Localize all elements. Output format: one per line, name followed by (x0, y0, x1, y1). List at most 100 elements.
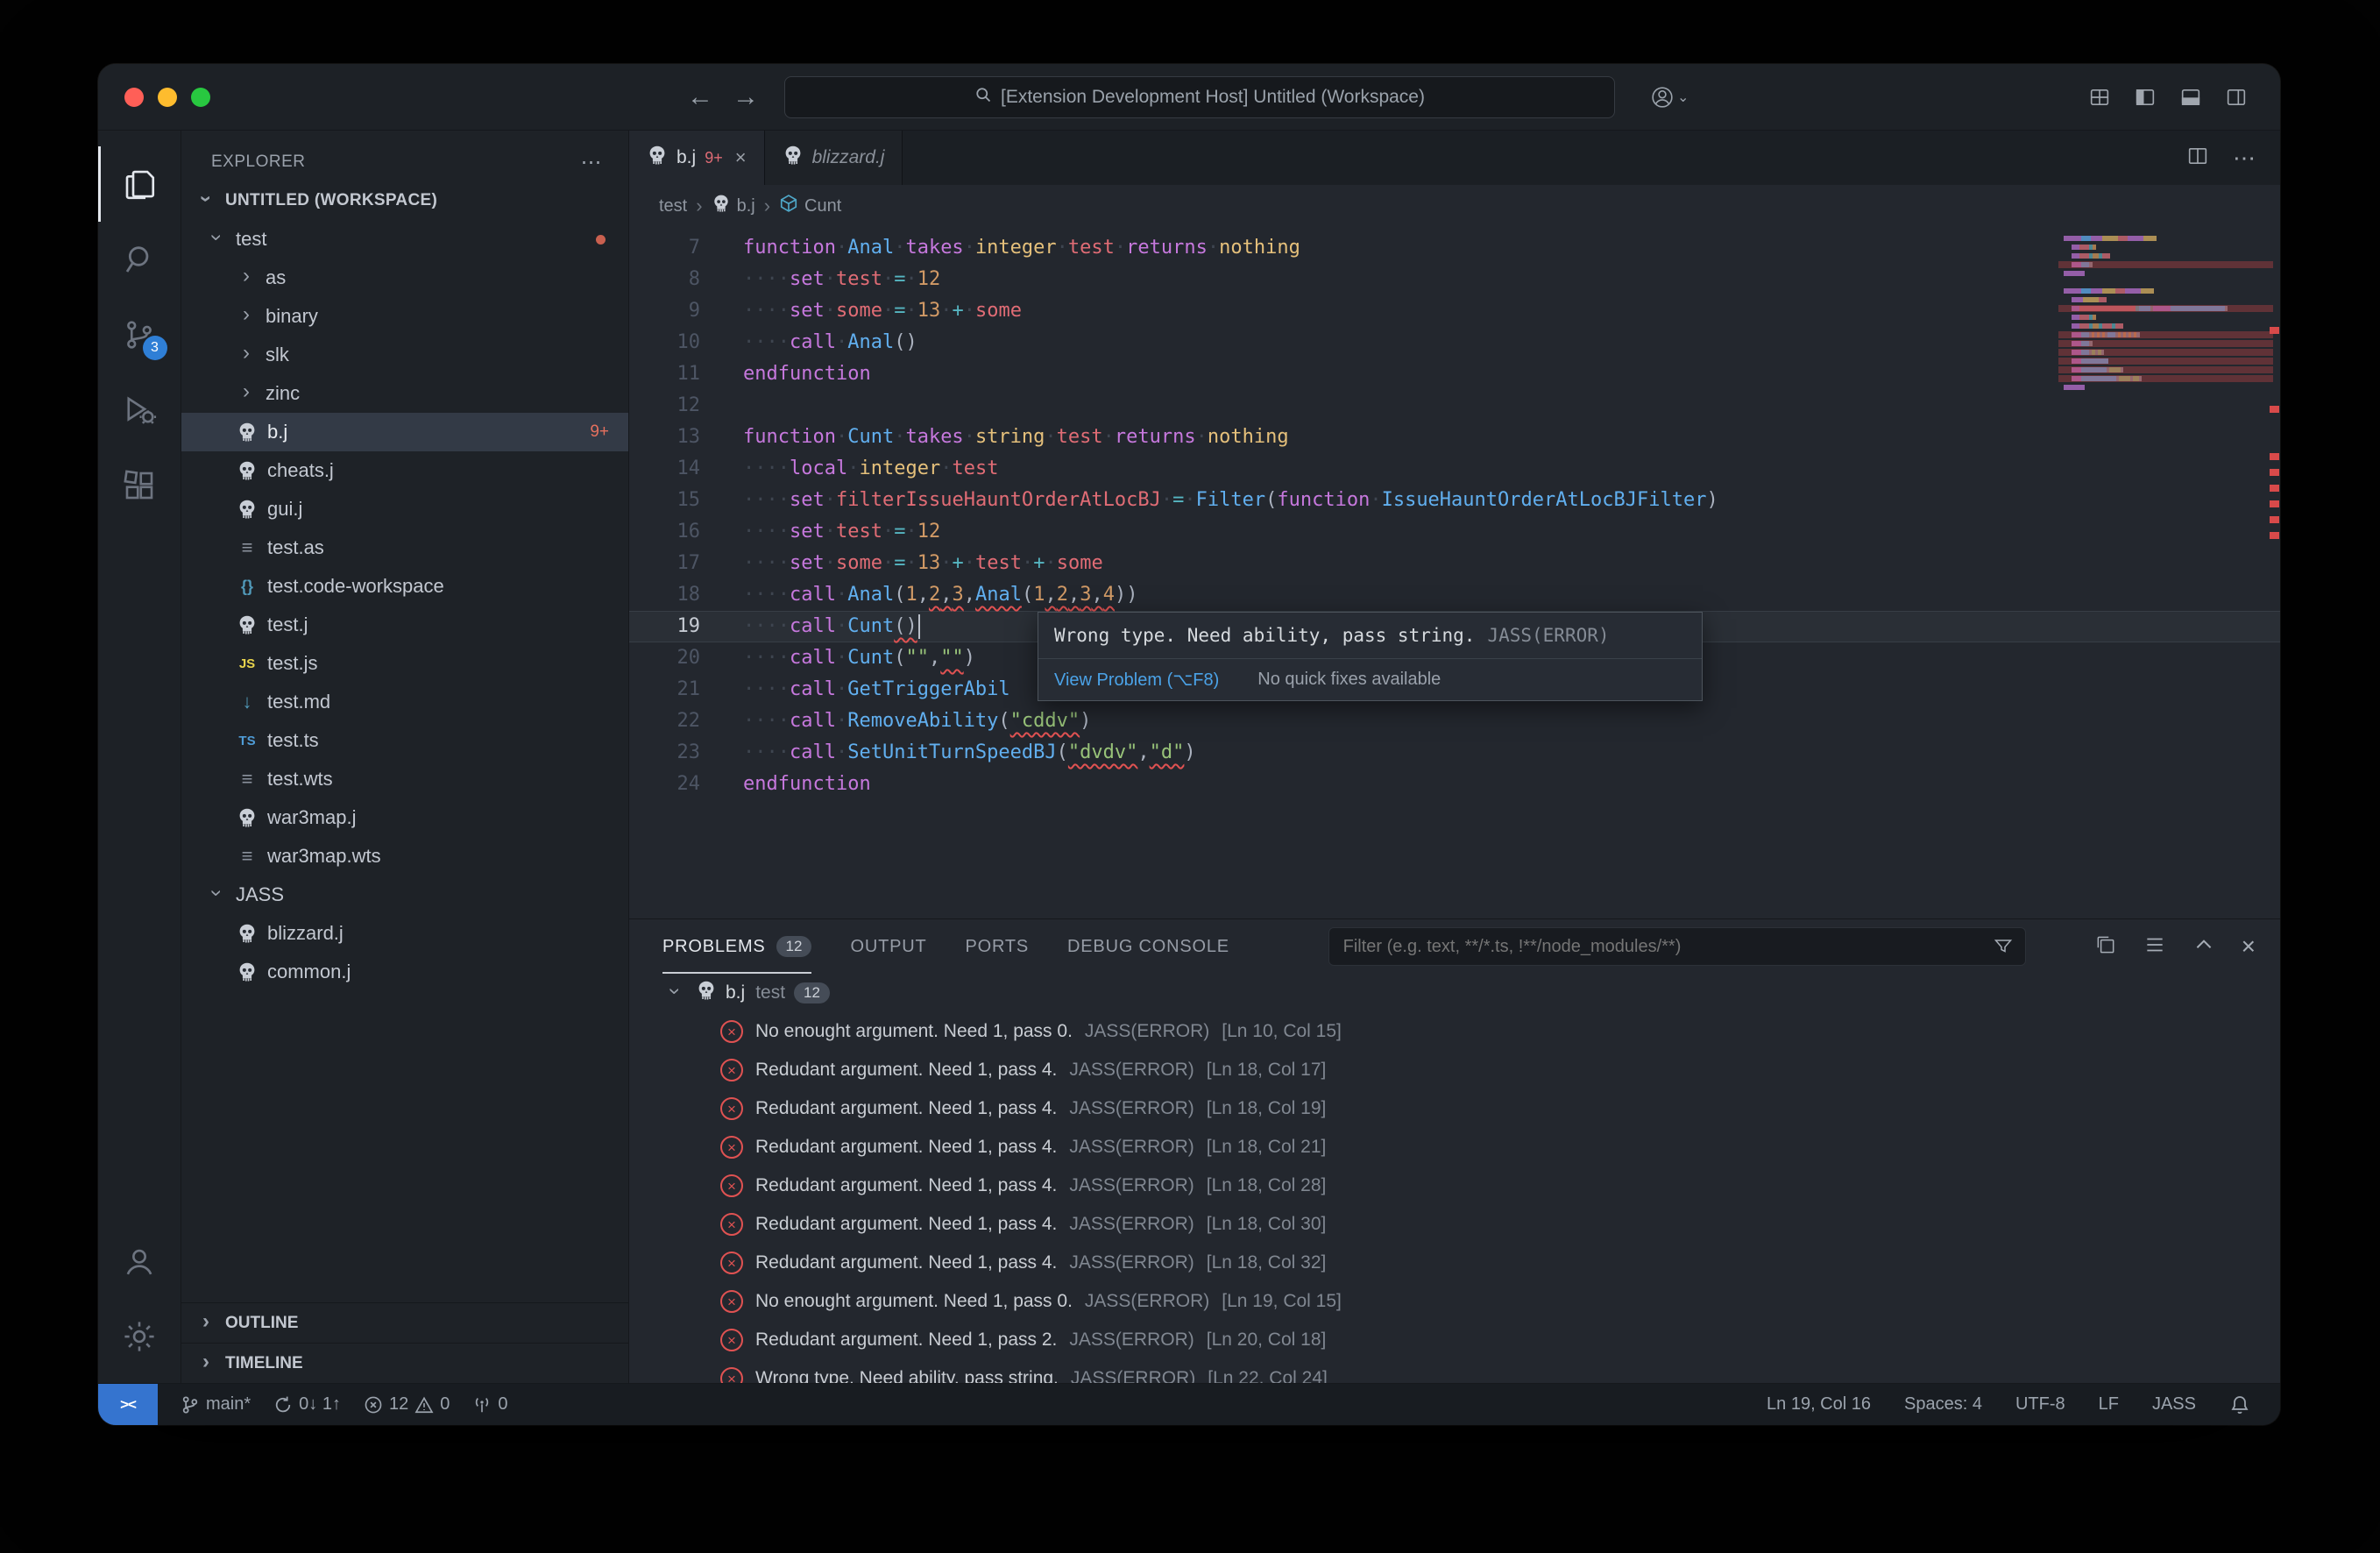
problem-row-6[interactable]: ×Redudant argument. Need 1, pass 4.JASS(… (629, 1205, 2280, 1244)
tree-item-test[interactable]: ›test (181, 220, 628, 259)
problem-row-7[interactable]: ×Redudant argument. Need 1, pass 4.JASS(… (629, 1244, 2280, 1282)
filter-icon[interactable] (1993, 936, 2014, 961)
code-line-22[interactable]: 22····call·RemoveAbility("cddv") (629, 706, 2280, 737)
tree-item-cheats.j[interactable]: cheats.j (181, 451, 628, 490)
notifications-bell-icon[interactable] (2229, 1394, 2250, 1415)
tree-item-blizzard.j[interactable]: blizzard.j (181, 914, 628, 953)
code-line-23[interactable]: 23····call·SetUnitTurnSpeedBJ("dvdv","d"… (629, 737, 2280, 769)
close-panel-icon[interactable]: × (2242, 934, 2256, 959)
eol-status[interactable]: LF (2099, 1394, 2119, 1415)
tree-item-test.as[interactable]: ≡test.as (181, 528, 628, 567)
code-line-12[interactable]: 12 (629, 390, 2280, 422)
close-tab-icon[interactable]: × (735, 146, 747, 169)
problems-file-group[interactable]: › b.j test 12 (629, 974, 2280, 1012)
problem-row-3[interactable]: ×Redudant argument. Need 1, pass 4.JASS(… (629, 1089, 2280, 1128)
sidebar-more-icon[interactable]: ⋯ (581, 150, 603, 175)
panel-tab-debug-console[interactable]: DEBUG CONSOLE (1067, 919, 1229, 974)
tree-item-binary[interactable]: ›binary (181, 297, 628, 336)
problems-status[interactable]: 12 0 (364, 1394, 450, 1415)
remote-indicator[interactable]: >< (98, 1384, 158, 1425)
search-view-icon[interactable] (98, 222, 181, 297)
problem-row-5[interactable]: ×Redudant argument. Need 1, pass 4.JASS(… (629, 1167, 2280, 1205)
minimap[interactable] (2064, 236, 2261, 394)
tree-item-b.j[interactable]: b.j9+ (181, 413, 628, 451)
accounts-icon[interactable] (98, 1223, 181, 1299)
editor-more-icon[interactable]: ⋯ (2233, 145, 2256, 172)
tree-item-JASS[interactable]: ›JASS (181, 876, 628, 914)
problem-row-10[interactable]: ×Wrong type. Need ability, pass string.J… (629, 1359, 2280, 1383)
explorer-icon[interactable] (98, 146, 181, 222)
source-control-icon[interactable]: 3 (98, 297, 181, 372)
zoom-window-button[interactable] (191, 88, 210, 107)
editor[interactable]: 7function·Anal·takes·integer·test·return… (629, 227, 2280, 918)
toggle-panel-icon[interactable] (2178, 85, 2203, 110)
breadcrumb-item-b.j[interactable]: b.j (712, 194, 755, 218)
profile-icon[interactable] (1651, 86, 1674, 109)
problem-row-8[interactable]: ×No enought argument. Need 1, pass 0.JAS… (629, 1282, 2280, 1321)
sync-status[interactable]: 0↓ 1↑ (273, 1394, 341, 1415)
code-line-24[interactable]: 24endfunction (629, 769, 2280, 800)
tree-item-test.md[interactable]: ↓test.md (181, 683, 628, 721)
customize-layout-icon[interactable] (2087, 85, 2112, 110)
tree-item-test.js[interactable]: JStest.js (181, 644, 628, 683)
language-mode[interactable]: JASS (2152, 1394, 2196, 1415)
outline-section[interactable]: › OUTLINE (181, 1302, 628, 1343)
breadcrumb-item-test[interactable]: test (659, 196, 687, 216)
toggle-sidebar-icon[interactable] (2133, 85, 2157, 110)
problem-row-2[interactable]: ×Redudant argument. Need 1, pass 4.JASS(… (629, 1051, 2280, 1089)
code-line-8[interactable]: 8····set·test·=·12 (629, 264, 2280, 295)
code-line-9[interactable]: 9····set·some·=·13·+·some (629, 295, 2280, 327)
code-line-17[interactable]: 17····set·some·=·13·+·test·+·some (629, 548, 2280, 579)
problems-filter-input[interactable] (1328, 927, 2026, 966)
open-in-editor-icon[interactable] (2094, 933, 2117, 961)
code-line-15[interactable]: 15····set·filterIssueHauntOrderAtLocBJ·=… (629, 485, 2280, 516)
tree-item-test.ts[interactable]: TStest.ts (181, 721, 628, 760)
tree-item-common.j[interactable]: common.j (181, 953, 628, 991)
ports-status[interactable]: 0 (472, 1394, 507, 1415)
tree-item-zinc[interactable]: ›zinc (181, 374, 628, 413)
split-editor-icon[interactable] (2185, 144, 2210, 173)
cursor-position[interactable]: Ln 19, Col 16 (1767, 1394, 1871, 1415)
problem-row-1[interactable]: ×No enought argument. Need 1, pass 0.JAS… (629, 1012, 2280, 1051)
code-line-16[interactable]: 16····set·test·=·12 (629, 516, 2280, 548)
maximize-panel-icon[interactable] (2192, 933, 2215, 961)
panel-tab-ports[interactable]: PORTS (966, 919, 1030, 974)
run-debug-icon[interactable] (98, 372, 181, 448)
tab-blizzard.j[interactable]: blizzard.j (765, 131, 903, 185)
view-as-table-icon[interactable] (2143, 933, 2166, 961)
problem-row-9[interactable]: ×Redudant argument. Need 1, pass 2.JASS(… (629, 1321, 2280, 1359)
close-window-button[interactable] (124, 88, 144, 107)
command-center[interactable]: [Extension Development Host] Untitled (W… (784, 76, 1615, 118)
indentation-status[interactable]: Spaces: 4 (1904, 1394, 1982, 1415)
tree-item-war3map.j[interactable]: war3map.j (181, 798, 628, 837)
workspace-header[interactable]: › UNTITLED (WORKSPACE) (181, 181, 628, 220)
branch-status[interactable]: main* (181, 1394, 251, 1415)
tree-item-war3map.wts[interactable]: ≡war3map.wts (181, 837, 628, 876)
view-problem-link[interactable]: View Problem (⌥F8) (1054, 669, 1219, 691)
settings-gear-icon[interactable] (98, 1299, 181, 1374)
toggle-secondary-sidebar-icon[interactable] (2224, 85, 2249, 110)
tree-item-test.wts[interactable]: ≡test.wts (181, 760, 628, 798)
encoding-status[interactable]: UTF-8 (2015, 1394, 2065, 1415)
minimize-window-button[interactable] (158, 88, 177, 107)
code-line-13[interactable]: 13function·Cunt·takes·string·test·return… (629, 422, 2280, 453)
extensions-icon[interactable] (98, 448, 181, 523)
tab-b.j[interactable]: b.j9+× (629, 131, 765, 185)
problem-row-4[interactable]: ×Redudant argument. Need 1, pass 4.JASS(… (629, 1128, 2280, 1167)
timeline-section[interactable]: › TIMELINE (181, 1343, 628, 1383)
breadcrumb-item-Cunt[interactable]: Cunt (779, 194, 841, 218)
problems-filter[interactable] (1328, 927, 2026, 966)
tree-item-gui.j[interactable]: gui.j (181, 490, 628, 528)
panel-tab-problems[interactable]: PROBLEMS12 (662, 919, 811, 974)
code-line-18[interactable]: 18····call·Anal(1,2,3,Anal(1,2,3,4)) (629, 579, 2280, 611)
code-line-7[interactable]: 7function·Anal·takes·integer·test·return… (629, 232, 2280, 264)
code-line-11[interactable]: 11endfunction (629, 358, 2280, 390)
code-line-10[interactable]: 10····call·Anal() (629, 327, 2280, 358)
back-button[interactable]: ← (687, 82, 713, 112)
panel-tab-output[interactable]: OUTPUT (850, 919, 926, 974)
forward-button[interactable]: → (733, 82, 759, 112)
tree-item-slk[interactable]: ›slk (181, 336, 628, 374)
tree-item-as[interactable]: ›as (181, 259, 628, 297)
code-line-14[interactable]: 14····local·integer·test (629, 453, 2280, 485)
tree-item-test.code-workspace[interactable]: {}test.code-workspace (181, 567, 628, 606)
